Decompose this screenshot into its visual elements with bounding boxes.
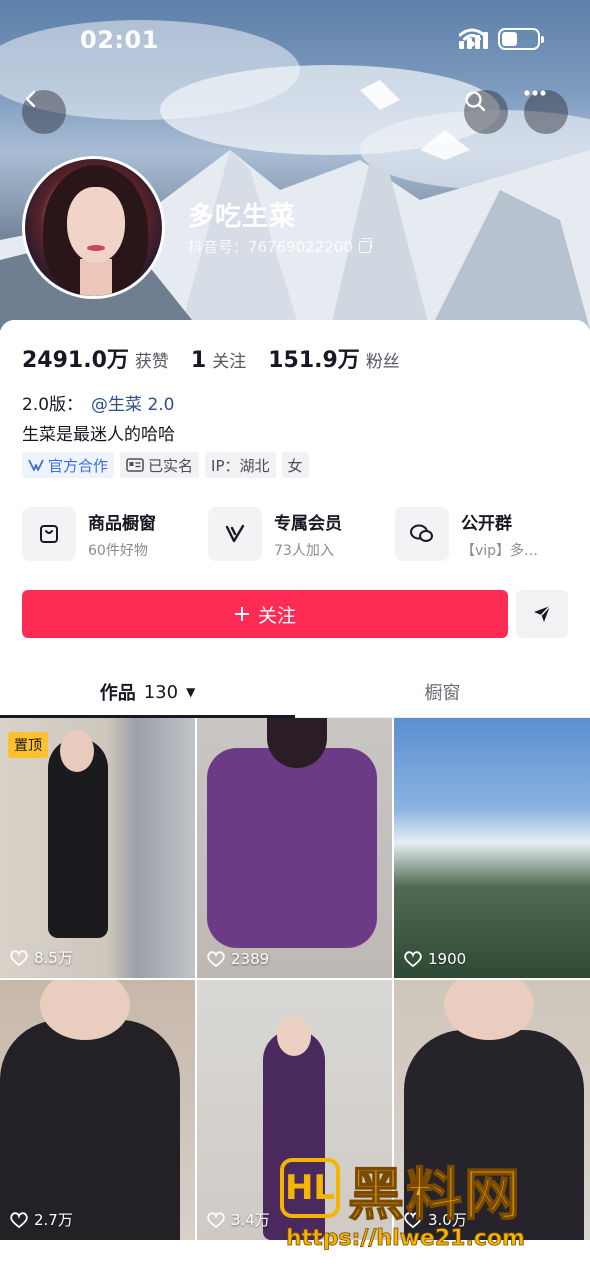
- tag-label: 已实名: [148, 456, 194, 475]
- profile-tags: 官方合作 已实名 IP：湖北 女: [22, 452, 309, 478]
- status-time: 02:01: [80, 26, 159, 54]
- stat-value: 1: [190, 348, 207, 373]
- tag-label: 女: [287, 456, 303, 475]
- service-subtitle: 60件好物: [88, 542, 148, 559]
- service-title: 商品橱窗: [88, 513, 156, 534]
- group-chat-icon: [395, 507, 449, 561]
- tag-verified[interactable]: 已实名: [120, 452, 200, 478]
- tag-official-cooperation[interactable]: 官方合作: [22, 452, 115, 478]
- like-count-text: 1900: [428, 950, 467, 968]
- tag-ip-location: IP：湖北: [205, 452, 276, 478]
- watermark-title: 黑料网: [347, 1162, 522, 1229]
- official-icon: [28, 459, 44, 471]
- avatar[interactable]: [22, 156, 165, 299]
- heart-icon: [10, 1211, 28, 1228]
- tab-showcase[interactable]: 橱窗: [295, 666, 590, 718]
- back-arrow-icon: [25, 90, 36, 108]
- like-count-text: 2.7万: [34, 1211, 73, 1229]
- service-title: 公开群: [461, 513, 512, 534]
- nickname: 多吃生菜: [188, 202, 297, 232]
- like-count: 1900: [404, 950, 466, 968]
- vip-v-icon: [208, 507, 262, 561]
- profile-banner: 02:01 多吃生菜 抖音号：76769022200: [0, 0, 590, 330]
- send-message-button[interactable]: [516, 590, 568, 638]
- video-thumbnail[interactable]: 1900: [394, 718, 590, 978]
- video-thumbnail[interactable]: 置顶 8.5万: [0, 718, 195, 978]
- tag-label: IP：湖北: [211, 456, 270, 475]
- watermark-logo: HL: [280, 1158, 340, 1218]
- service-title: 专属会员: [274, 513, 342, 534]
- heart-icon: [207, 1211, 225, 1228]
- status-icons: [459, 28, 544, 50]
- bio-line-2: 生菜是最迷人的哈哈: [22, 425, 175, 445]
- stat-value: 151.9万: [268, 348, 360, 373]
- service-subtitle: 【vip】多…: [461, 542, 539, 559]
- like-count: 8.5万: [10, 947, 73, 968]
- search-icon: [465, 91, 486, 112]
- stat-value: 2491.0万: [22, 348, 129, 373]
- search-button[interactable]: [464, 90, 508, 134]
- profile-card: 2491.0万 获赞 1 关注 151.9万 粉丝 2.0版： @生菜 2.0 生…: [0, 320, 590, 1280]
- back-button[interactable]: [22, 90, 66, 134]
- tab-works-label: 作品: [99, 683, 136, 704]
- wifi-icon: [459, 28, 485, 47]
- service-subtitle: 73人加入: [274, 542, 334, 559]
- bio-mention-link[interactable]: @生菜 2.0: [91, 395, 174, 415]
- follow-button[interactable]: 关注: [22, 590, 508, 638]
- tab-works[interactable]: 作品 130 ▼: [0, 666, 295, 718]
- heart-icon: [10, 949, 28, 966]
- stat-label: 粉丝: [365, 352, 400, 372]
- profile-stats: 2491.0万 获赞 1 关注 151.9万 粉丝: [22, 342, 422, 374]
- battery-icon: [498, 28, 544, 50]
- follow-label: 关注: [257, 604, 296, 627]
- bio-line-1: 2.0版： @生菜 2.0: [22, 390, 175, 415]
- bio-prefix: 2.0版：: [22, 395, 84, 415]
- caret-down-icon: ▼: [186, 685, 196, 699]
- service-public-group[interactable]: 公开群 【vip】多…: [395, 506, 557, 562]
- more-button[interactable]: [524, 90, 568, 134]
- heart-icon: [207, 951, 225, 967]
- tag-gender: 女: [281, 452, 309, 478]
- tab-works-count: 130: [143, 681, 179, 703]
- stat-likes[interactable]: 2491.0万 获赞: [22, 342, 169, 374]
- stat-followers[interactable]: 151.9万 粉丝: [268, 342, 400, 374]
- copy-icon[interactable]: [358, 237, 372, 253]
- like-count-text: 8.5万: [34, 949, 73, 967]
- tab-showcase-label: 橱窗: [424, 683, 461, 704]
- stat-label: 关注: [212, 352, 247, 372]
- douyin-id-text: 抖音号：76769022200: [188, 238, 353, 256]
- service-entries: 商品橱窗 60件好物 专属会员 73人加入 公开群 【vip】多…: [22, 506, 572, 562]
- like-count: 2389: [207, 950, 269, 968]
- shop-bag-icon: [22, 507, 76, 561]
- video-thumbnail[interactable]: 2.7万: [0, 980, 195, 1240]
- watermark: HL 黑料网 https://hlwe21.com: [280, 1150, 580, 1260]
- heart-icon: [404, 951, 422, 967]
- id-card-icon: [126, 458, 144, 472]
- like-count-text: 3.4万: [231, 1211, 270, 1229]
- tag-label: 官方合作: [48, 456, 109, 475]
- paper-plane-icon: [534, 605, 551, 622]
- video-thumbnail[interactable]: 2389: [197, 718, 392, 978]
- pinned-badge: 置顶: [8, 732, 48, 758]
- plus-icon: [234, 607, 249, 621]
- status-bar: 02:01: [0, 0, 590, 80]
- douyin-id[interactable]: 抖音号：76769022200: [188, 236, 372, 257]
- like-count: 3.4万: [207, 1209, 270, 1230]
- more-dots-icon: [524, 90, 546, 96]
- content-tabs: 作品 130 ▼ 橱窗: [0, 666, 590, 718]
- stat-following[interactable]: 1 关注: [191, 347, 246, 373]
- stat-label: 获赞: [134, 352, 169, 372]
- watermark-url: https://hlwe21.com: [286, 1226, 526, 1252]
- service-membership[interactable]: 专属会员 73人加入: [208, 506, 370, 562]
- like-count: 2.7万: [10, 1209, 73, 1230]
- service-shop-window[interactable]: 商品橱窗 60件好物: [22, 506, 184, 562]
- like-count-text: 2389: [231, 950, 270, 968]
